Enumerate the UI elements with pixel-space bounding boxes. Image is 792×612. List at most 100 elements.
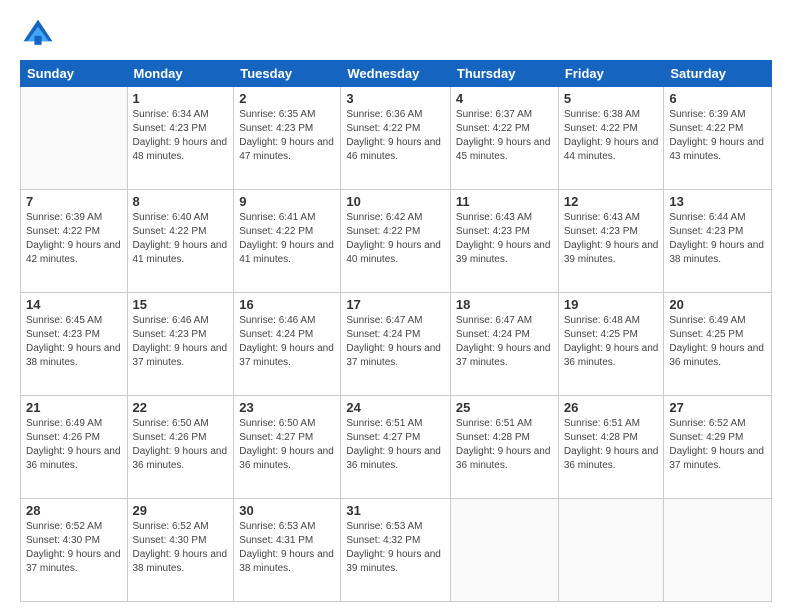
daylight-label: Daylight: 9 hours and 45 minutes. [456,137,551,162]
day-number: 8 [133,194,229,209]
daylight-label: Daylight: 9 hours and 36 minutes. [239,446,334,471]
day-cell: 24Sunrise: 6:51 AMSunset: 4:27 PMDayligh… [341,396,451,499]
week-row-4: 21 Sunrise: 6:49 AMSunset: 4:26 PMDayligh… [21,396,772,499]
weekday-monday: Monday [127,61,234,87]
day-number: 11 [456,194,553,209]
day-number: 9 [239,194,335,209]
day-cell: 30Sunrise: 6:53 AMSunset: 4:31 PMDayligh… [234,499,341,602]
day-number: 3 [346,91,445,106]
daylight-label: Daylight: 9 hours and 37 minutes. [239,343,334,368]
daylight-label: Daylight: 9 hours and 44 minutes. [564,137,659,162]
sunrise-label: Sunrise: 6:41 AM [239,212,315,223]
sunset-label: Sunset: 4:29 PM [669,432,743,443]
sunrise-label: Sunrise: 6:36 AM [346,109,422,120]
day-info: Sunrise: 6:42 AM Sunset: 4:22 PM Daylight:… [346,211,445,267]
sunrise-label: Sunrise: 6:50 AM [239,418,315,429]
day-info: Sunrise: 6:39 AMSunset: 4:22 PMDaylight:… [26,211,122,267]
day-cell: 29Sunrise: 6:52 AMSunset: 4:30 PMDayligh… [127,499,234,602]
sunrise-label: Sunrise: 6:40 AM [133,212,209,223]
daylight-label: Daylight: 9 hours and 39 minutes. [346,549,441,574]
day-cell [450,499,558,602]
sunrise-label: Sunrise: 6:49 AM [26,418,102,429]
weekday-thursday: Thursday [450,61,558,87]
sunrise-label: Sunrise: 6:53 AM [346,521,422,532]
sunset-label: Sunset: 4:22 PM [456,123,530,134]
week-row-5: 28Sunrise: 6:52 AMSunset: 4:30 PMDayligh… [21,499,772,602]
day-cell: 16Sunrise: 6:46 AMSunset: 4:24 PMDayligh… [234,293,341,396]
sunset-label: Sunset: 4:22 PM [346,123,420,134]
sunrise-label: Sunrise: 6:38 AM [564,109,640,120]
day-cell: 8 Sunrise: 6:40 AM Sunset: 4:22 PM Daylight… [127,190,234,293]
sunset-label: Sunset: 4:23 PM [239,123,313,134]
day-cell: 4Sunrise: 6:37 AMSunset: 4:22 PMDaylight… [450,87,558,190]
logo [20,16,60,52]
day-info: Sunrise: 6:38 AMSunset: 4:22 PMDaylight:… [564,108,659,164]
day-number: 21 [26,400,122,415]
day-info: Sunrise: 6:34 AMSunset: 4:23 PMDaylight:… [133,108,229,164]
sunrise-label: Sunrise: 6:52 AM [133,521,209,532]
sunset-label: Sunset: 4:22 PM [346,226,420,237]
day-info: Sunrise: 6:41 AMSunset: 4:22 PMDaylight:… [239,211,335,267]
sunrise-label: Sunrise: 6:46 AM [133,315,209,326]
daylight-label: Daylight: 9 hours and 36 minutes. [564,446,659,471]
day-number: 27 [669,400,766,415]
day-info: Sunrise: 6:43 AMSunset: 4:23 PMDaylight:… [456,211,553,267]
sunrise-label: Sunrise: 6:39 AM [669,109,745,120]
sunset-label: Sunset: 4:23 PM [456,226,530,237]
day-cell: 27Sunrise: 6:52 AMSunset: 4:29 PMDayligh… [664,396,772,499]
sunrise-label: Sunrise: 6:46 AM [239,315,315,326]
day-info: Sunrise: 6:47 AM Sunset: 4:24 PM Daylight:… [346,314,445,370]
day-cell: 11 Sunrise: 6:43 AMSunset: 4:23 PMDayligh… [450,190,558,293]
daylight-label: Daylight: 9 hours and 48 minutes. [133,137,228,162]
day-info: Sunrise: 6:40 AM Sunset: 4:22 PM Daylight:… [133,211,229,267]
day-info: Sunrise: 6:49 AMSunset: 4:26 PMDaylight:… [26,417,122,473]
day-number: 28 [26,503,122,518]
sunset-label: Sunset: 4:28 PM [564,432,638,443]
day-number: 7 [26,194,122,209]
sunset-label: Sunset: 4:24 PM [346,329,420,340]
sunrise-label: Sunrise: 6:39 AM [26,212,102,223]
daylight-label: Daylight: 9 hours and 41 minutes. [133,240,228,265]
day-cell: 3Sunrise: 6:36 AMSunset: 4:22 PMDaylight… [341,87,451,190]
day-number: 20 [669,297,766,312]
day-info: Sunrise: 6:49 AMSunset: 4:25 PMDaylight:… [669,314,766,370]
daylight-label: Daylight: 9 hours and 37 minutes. [669,446,764,471]
sunset-label: Sunset: 4:32 PM [346,535,420,546]
sunrise-label: Sunrise: 6:47 AM [346,315,422,326]
day-info: Sunrise: 6:48 AMSunset: 4:25 PMDaylight:… [564,314,659,370]
day-info: Sunrise: 6:51 AMSunset: 4:27 PMDaylight:… [346,417,445,473]
sunrise-label: Sunrise: 6:34 AM [133,109,209,120]
day-cell: 13Sunrise: 6:44 AMSunset: 4:23 PMDayligh… [664,190,772,293]
sunset-label: Sunset: 4:22 PM [669,123,743,134]
daylight-label: Daylight: 9 hours and 38 minutes. [239,549,334,574]
daylight-label: Daylight: 9 hours and 43 minutes. [669,137,764,162]
day-info: Sunrise: 6:43 AMSunset: 4:23 PMDaylight:… [564,211,659,267]
sunset-label: Sunset: 4:25 PM [669,329,743,340]
sunset-label: Sunset: 4:27 PM [346,432,420,443]
day-number: 31 [346,503,445,518]
sunset-label: Sunset: 4:28 PM [456,432,530,443]
day-info: Sunrise: 6:53 AM Sunset: 4:32 PM Daylight:… [346,520,445,576]
day-cell: 25Sunrise: 6:51 AMSunset: 4:28 PMDayligh… [450,396,558,499]
sunset-label: Sunset: 4:31 PM [239,535,313,546]
sunset-label: Sunset: 4:22 PM [133,226,207,237]
sunrise-label: Sunrise: 6:51 AM [456,418,532,429]
weekday-wednesday: Wednesday [341,61,451,87]
week-row-2: 7Sunrise: 6:39 AMSunset: 4:22 PMDaylight… [21,190,772,293]
daylight-label: Daylight: 9 hours and 37 minutes. [26,549,121,574]
day-number: 18 [456,297,553,312]
sunrise-label: Sunrise: 6:48 AM [564,315,640,326]
daylight-label: Daylight: 9 hours and 36 minutes. [456,446,551,471]
day-cell: 31 Sunrise: 6:53 AM Sunset: 4:32 PM Dayligh… [341,499,451,602]
day-info: Sunrise: 6:51 AMSunset: 4:28 PMDaylight:… [564,417,659,473]
daylight-label: Daylight: 9 hours and 37 minutes. [346,343,441,368]
sunrise-label: Sunrise: 6:42 AM [346,212,422,223]
sunrise-label: Sunrise: 6:51 AM [346,418,422,429]
day-cell: 14Sunrise: 6:45 AMSunset: 4:23 PMDayligh… [21,293,128,396]
daylight-label: Daylight: 9 hours and 40 minutes. [346,240,441,265]
day-cell [558,499,664,602]
daylight-label: Daylight: 9 hours and 37 minutes. [133,343,228,368]
weekday-header-row: SundayMondayTuesdayWednesdayThursdayFrid… [21,61,772,87]
day-cell: 10Sunrise: 6:42 AMSunset: 4:22 PMDayligh… [341,190,451,293]
day-info: Sunrise: 6:53 AMSunset: 4:31 PMDaylight:… [239,520,335,576]
